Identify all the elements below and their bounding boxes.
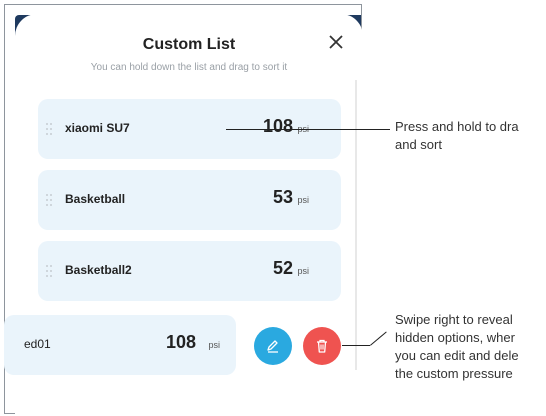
- list-item[interactable]: Basketball 53 psi: [38, 170, 341, 230]
- drag-callout-text-2: and sort: [395, 137, 442, 152]
- drag-callout-line: [226, 129, 390, 130]
- swipe-callout-line: [342, 345, 370, 346]
- item-name: Basketball2: [65, 263, 132, 277]
- edit-button[interactable]: [254, 327, 292, 365]
- item-pressure: 53: [272, 187, 293, 207]
- swipe-callout-text-1: Swipe right to reveal: [395, 312, 513, 327]
- item-unit: psi: [297, 266, 309, 276]
- item-pressure: 108: [262, 116, 293, 136]
- swipe-callout-line-angled: [370, 331, 387, 346]
- item-name: ed01: [24, 337, 51, 351]
- close-button[interactable]: [326, 32, 346, 52]
- item-name: Basketball: [65, 192, 126, 206]
- drag-handle-icon[interactable]: [46, 194, 52, 206]
- item-name: xiaomi SU7: [65, 121, 130, 135]
- edit-icon: [267, 340, 278, 353]
- modal-title: Custom List: [142, 36, 236, 53]
- trash-icon: [317, 339, 327, 353]
- swipe-callout-text-4: the custom pressure: [395, 366, 513, 381]
- drag-handle-icon[interactable]: [46, 265, 52, 277]
- modal-subtitle: You can hold down the list and drag to s…: [90, 62, 288, 73]
- drag-handle-icon[interactable]: [46, 123, 52, 135]
- swipe-callout-text-3: you can edit and dele: [395, 348, 519, 363]
- swipe-callout-text-2: hidden options, wher: [395, 330, 515, 345]
- drag-callout-text-1: Press and hold to dra: [395, 119, 519, 134]
- delete-button[interactable]: [303, 327, 341, 365]
- item-pressure: 52: [272, 258, 293, 278]
- scrollbar-track: [355, 80, 357, 370]
- list-item[interactable]: Basketball2 52 psi: [38, 241, 341, 301]
- item-unit: psi: [208, 340, 220, 350]
- item-unit: psi: [297, 195, 309, 205]
- item-pressure: 108: [165, 332, 196, 352]
- screenshot-stage: Custom List You can hold down the list a…: [0, 0, 546, 416]
- list-item-swiped[interactable]: ed01 108 psi: [4, 315, 236, 375]
- close-icon: [329, 35, 343, 49]
